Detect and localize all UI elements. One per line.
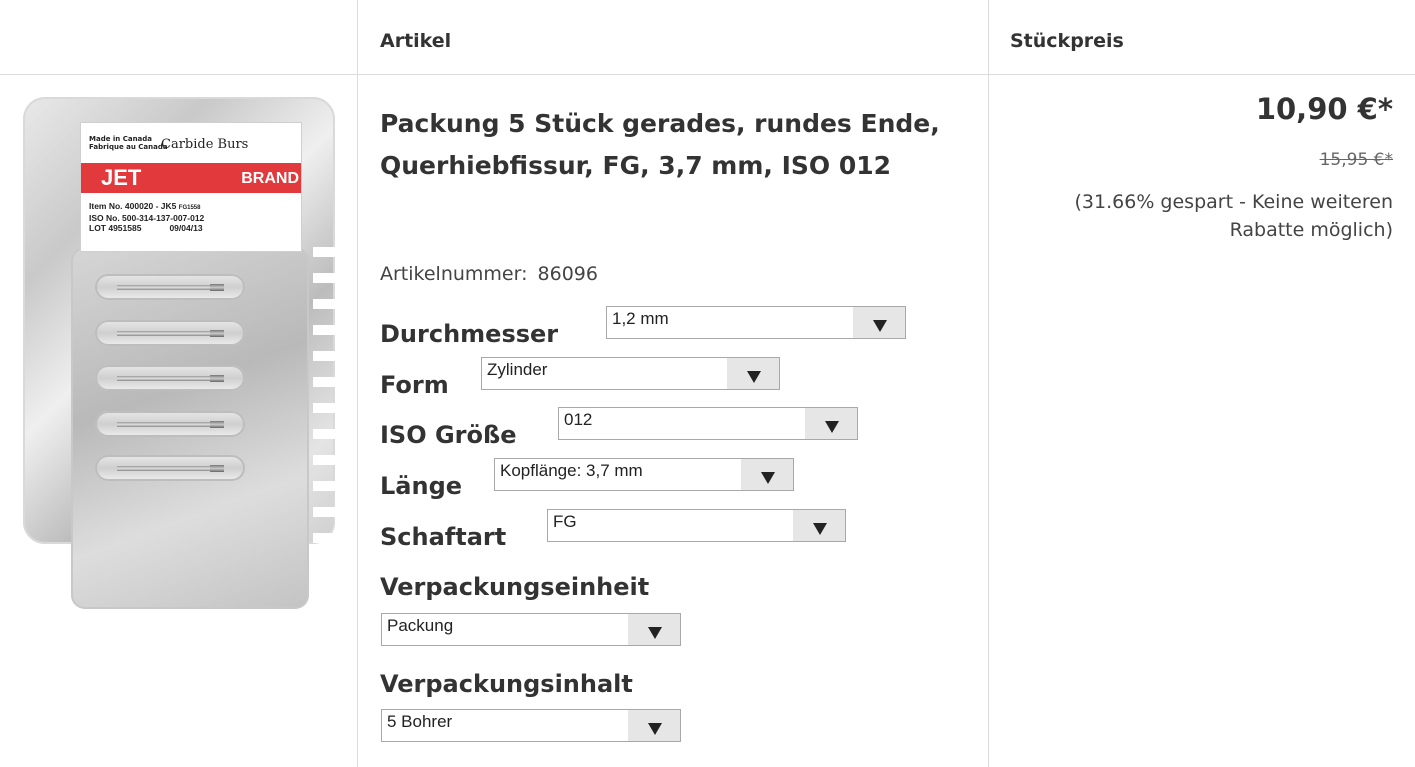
blister-edge bbox=[313, 247, 335, 607]
label-iso: ISO No. 500-314-137-007-012 bbox=[89, 213, 205, 223]
label-iso: ISO Größe bbox=[380, 421, 517, 449]
label-verpackungseinheit: Verpackungseinheit bbox=[380, 573, 650, 601]
select-verpackungseinheit[interactable]: Packung bbox=[381, 613, 681, 646]
select-value: Zylinder bbox=[487, 360, 548, 379]
label-verpackungsinhalt: Verpackungsinhalt bbox=[380, 670, 633, 698]
current-price: 10,90 €* bbox=[1255, 92, 1393, 126]
dropdown-arrow-icon bbox=[727, 358, 779, 389]
label-lot: LOT 4951585 bbox=[89, 223, 142, 233]
dropdown-arrow-icon bbox=[628, 710, 680, 741]
old-price: 15,95 €* bbox=[1319, 150, 1393, 170]
select-value: 012 bbox=[564, 410, 593, 429]
bur-slot bbox=[95, 455, 245, 481]
select-value: Kopflänge: 3,7 mm bbox=[500, 461, 643, 480]
select-laenge[interactable]: Kopflänge: 3,7 mm bbox=[494, 458, 794, 491]
select-form[interactable]: Zylinder bbox=[481, 357, 780, 390]
select-iso[interactable]: 012 bbox=[558, 407, 858, 440]
select-value: Packung bbox=[387, 616, 454, 635]
dropdown-arrow-icon bbox=[628, 614, 680, 645]
dropdown-arrow-icon bbox=[805, 408, 857, 439]
label-schaftart: Schaftart bbox=[380, 523, 507, 551]
select-value: 1,2 mm bbox=[612, 309, 669, 328]
article-number-label: Artikelnummer: bbox=[380, 263, 528, 285]
select-schaftart[interactable]: FG bbox=[547, 509, 846, 542]
saving-note: (31.66% gespart - Keine weiteren Rabatte… bbox=[1074, 191, 1393, 241]
bur bbox=[117, 466, 212, 471]
bur-tip bbox=[210, 284, 224, 291]
label-date: 09/04/13 bbox=[169, 223, 203, 233]
header-divider bbox=[0, 74, 1415, 75]
column-divider-2 bbox=[988, 0, 989, 767]
label-brand-bar: JET BRAND bbox=[81, 163, 301, 193]
dropdown-arrow-icon bbox=[741, 459, 793, 490]
label-item: Item No. 400020 - JK5 bbox=[89, 201, 177, 211]
article-number: 86096 bbox=[537, 263, 598, 285]
label-origin: Made in Canada Fabrique au Canada bbox=[89, 135, 168, 151]
bur-slot bbox=[95, 320, 245, 346]
select-durchmesser[interactable]: 1,2 mm bbox=[606, 306, 906, 339]
product-image[interactable]: Made in Canada Fabrique au Canada Carbid… bbox=[23, 97, 335, 609]
select-value: FG bbox=[553, 512, 577, 531]
column-divider-1 bbox=[357, 0, 358, 767]
select-value: 5 Bohrer bbox=[387, 712, 453, 731]
dropdown-arrow-icon bbox=[793, 510, 845, 541]
bur-tip bbox=[210, 465, 224, 472]
product-title[interactable]: Packung 5 Stück gerades, rundes Ende, Qu… bbox=[380, 103, 940, 187]
bur-tip bbox=[210, 421, 224, 428]
bur bbox=[117, 331, 212, 336]
label-jet: JET bbox=[101, 165, 142, 190]
bur-slot bbox=[95, 274, 245, 300]
dropdown-arrow-icon bbox=[853, 307, 905, 338]
bur-slot bbox=[95, 365, 245, 391]
bur-tip bbox=[210, 375, 224, 382]
bur bbox=[117, 285, 212, 290]
select-verpackungsinhalt[interactable]: 5 Bohrer bbox=[381, 709, 681, 742]
label-title: Carbide Burs bbox=[161, 137, 249, 152]
article-number-row: Artikelnummer: 86096 bbox=[380, 263, 598, 285]
label-durchmesser: Durchmesser bbox=[380, 320, 559, 348]
label-laenge: Länge bbox=[380, 472, 463, 500]
bur-slot bbox=[95, 411, 245, 437]
bur bbox=[117, 422, 212, 427]
label-brand: BRAND bbox=[241, 170, 299, 187]
label-fg: FG1558 bbox=[178, 205, 201, 211]
header-article: Artikel bbox=[380, 30, 452, 52]
label-fabrique: Fabrique au Canada bbox=[89, 143, 168, 151]
label-info: Item No. 400020 - JK5 FG1558 ISO No. 500… bbox=[89, 201, 204, 233]
header-unit-price: Stückpreis bbox=[1010, 30, 1124, 52]
bur bbox=[117, 376, 212, 381]
label-form: Form bbox=[380, 371, 449, 399]
label-made-in: Made in Canada bbox=[89, 135, 153, 143]
product-label-card: Made in Canada Fabrique au Canada Carbid… bbox=[80, 122, 302, 252]
bur-tip bbox=[210, 330, 224, 337]
